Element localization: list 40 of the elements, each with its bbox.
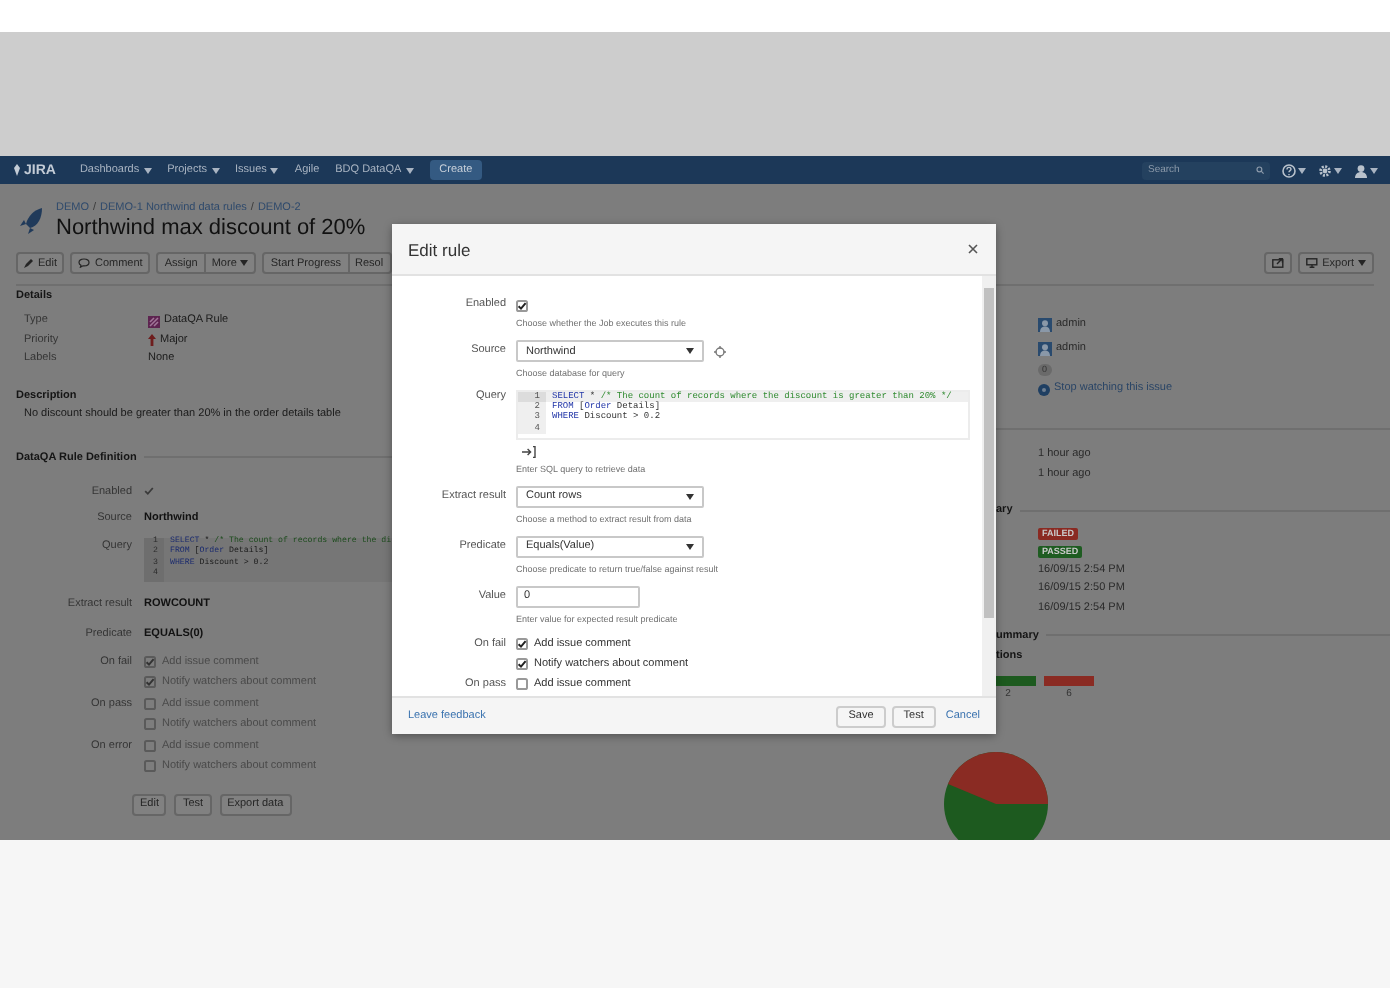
caret-icon [1298, 167, 1306, 173]
caret-icon [686, 543, 694, 550]
comment-icon [78, 258, 91, 268]
avatar-icon [1038, 317, 1052, 331]
checkbox[interactable] [144, 655, 156, 667]
eye-icon [1038, 383, 1050, 395]
settings-icon[interactable] [1318, 163, 1332, 177]
checkbox[interactable] [516, 677, 528, 690]
rule-type-icon [148, 315, 160, 328]
logo-icon [12, 164, 22, 176]
user-icon[interactable] [1354, 163, 1368, 177]
caret-icon [686, 348, 694, 354]
caret-icon [1334, 167, 1342, 173]
close-button[interactable] [964, 241, 980, 257]
checkbox[interactable] [144, 675, 156, 687]
up-arrow-icon [148, 334, 156, 347]
pie-chart-drawing [944, 751, 1048, 840]
checkbox[interactable] [144, 717, 156, 729]
checkbox[interactable] [516, 299, 528, 311]
share-button[interactable] [1264, 252, 1293, 274]
share-icon [1272, 258, 1285, 268]
caret-icon [686, 493, 694, 500]
checkbox[interactable] [516, 637, 528, 650]
checkbox[interactable] [144, 759, 156, 771]
refresh-icon[interactable] [714, 345, 726, 357]
close-icon [967, 244, 977, 254]
checkbox[interactable] [144, 697, 156, 709]
checkbox[interactable] [516, 657, 528, 670]
help-icon[interactable] [1282, 163, 1296, 177]
dialog-title: Edit rule [408, 239, 471, 259]
export-icon [1306, 258, 1319, 268]
caret-icon [1370, 167, 1378, 173]
search-icon [1256, 165, 1264, 173]
scrollbar[interactable] [982, 276, 996, 696]
issue-title: Northwind max discount of 20% [56, 216, 366, 240]
rocket-icon [20, 207, 44, 235]
expand-icon[interactable] [522, 445, 536, 458]
checkbox[interactable] [144, 739, 156, 751]
avatar-icon [1038, 341, 1052, 355]
pencil-icon [24, 258, 34, 268]
